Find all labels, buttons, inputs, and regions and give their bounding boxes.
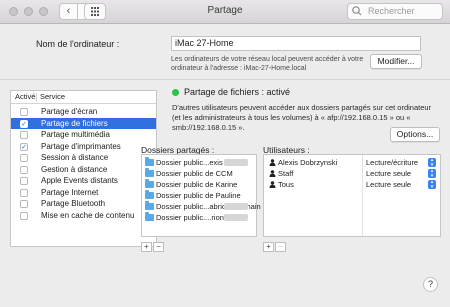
remove-folder-button[interactable]: − [153,242,164,252]
service-checkbox[interactable] [20,131,28,139]
service-item[interactable]: Gestion à distance [11,164,156,176]
remove-user-button[interactable]: − [275,242,286,252]
permission-select[interactable]: Lecture seule ▴ ▾ [366,179,438,190]
sharing-status: Partage de fichiers : activé [184,87,291,97]
service-checkbox[interactable]: ✓ [20,142,28,151]
updown-chevron-icon: ▴ ▾ [428,169,436,178]
redacted-text [224,214,248,221]
divider [0,79,450,80]
permission-value: Lecture seule [366,169,412,178]
service-item[interactable]: Partage Bluetooth [11,198,156,210]
updown-chevron-icon: ▴ ▾ [428,180,436,189]
shared-folder-item[interactable]: Dossier public...abrice brochain [142,201,261,212]
computer-name-label: Nom de l'ordinateur : [36,39,120,49]
updown-chevron-icon: ▴ ▾ [428,158,436,167]
service-item[interactable]: ✓ Partage de fichiers [11,117,156,129]
user-name: Alexis Dobrzynski [278,158,338,167]
user-name: Tous [278,180,294,189]
shared-folder-item[interactable]: Dossier public de Pauline [142,190,256,201]
help-button[interactable]: ? [423,277,438,292]
add-user-button[interactable]: + [263,242,274,252]
service-item[interactable]: Partage Internet [11,187,156,199]
service-label: Partage multimédia [41,130,110,139]
users-list[interactable]: Alexis Dobrzynski Lecture/écriture ▴ ▾ Staff… [263,154,441,237]
folder-icon [145,179,154,188]
header-active: Activé [15,92,36,101]
service-label: Partage d'écran [41,107,98,116]
service-checkbox[interactable] [20,154,28,162]
service-checkbox[interactable] [20,177,28,185]
redacted-text [224,203,248,210]
service-checkbox[interactable] [20,165,28,174]
service-label: Partage Internet [41,187,99,197]
user-item[interactable]: Alexis Dobrzynski Lecture/écriture ▴ ▾ [264,157,440,168]
shared-folder-item[interactable]: Dossier public....rion [142,212,256,223]
service-label: Partage de fichiers [41,118,108,128]
service-item[interactable]: Mise en cache de contenu [11,210,156,222]
service-label: Gestion à distance [41,164,108,174]
user-icon [269,159,276,166]
folder-icon [145,212,154,221]
user-item[interactable]: Tous Lecture seule ▴ ▾ [264,179,440,190]
service-item[interactable]: Partage d'écran [11,106,156,118]
add-folder-button[interactable]: + [141,242,152,252]
service-label: Mise en cache de contenu [41,210,135,220]
shared-folder-label: Dossier public....rion [156,213,224,222]
user-item[interactable]: Staff Lecture seule ▴ ▾ [264,168,440,179]
folder-icon [145,201,154,210]
services-header: Activé Service [11,91,156,104]
service-checkbox[interactable] [20,108,28,116]
service-checkbox[interactable] [20,200,28,208]
options-button[interactable]: Options... [390,127,440,142]
user-name: Staff [278,169,294,178]
header-service: Service [40,92,66,101]
shared-folder-label: Dossier public de Pauline [156,191,241,200]
permission-select[interactable]: Lecture seule ▴ ▾ [366,168,438,179]
group-icon [269,170,276,177]
service-checkbox[interactable] [20,188,28,197]
folder-icon [145,168,154,177]
folder-icon [145,190,154,199]
status-indicator-icon [172,89,179,96]
shared-folders-list[interactable]: Dossier public...exis Dossier public de C… [141,154,261,237]
shared-folder-label: Dossier public de CCM [156,169,233,178]
folder-icon [145,157,154,166]
service-label: Partage d'imprimantes [41,141,121,151]
shared-folder-label: Dossier public...exis [156,158,223,167]
redacted-text [224,159,248,166]
header-divider [36,93,37,102]
services-list: Activé Service Partage d'écran ✓ Partage d… [10,90,157,247]
service-checkbox[interactable]: ✓ [20,119,28,128]
modify-button[interactable]: Modifier... [370,54,422,69]
shared-folder-item[interactable]: Dossier public...exis [142,157,256,168]
service-item[interactable]: ✓ Partage d'imprimantes [11,141,156,153]
permission-value: Lecture/écriture [366,158,419,167]
service-item[interactable]: Session à distance [11,152,156,164]
service-label: Session à distance [41,153,109,162]
computer-name-hint: Les ordinateurs de votre réseau local pe… [171,56,364,72]
shared-folder-item[interactable]: Dossier public de CCM [142,168,256,179]
shared-folder-label: Dossier public de Karine [156,180,238,189]
permission-select[interactable]: Lecture/écriture ▴ ▾ [366,157,438,168]
group-icon [269,181,276,188]
shared-folder-item[interactable]: Dossier public de Karine [142,179,256,190]
computer-name-field[interactable]: iMac 27-Home [171,36,421,51]
permission-value: Lecture seule [366,180,412,189]
service-item[interactable]: Apple Events distants [11,175,156,187]
service-checkbox[interactable] [20,211,28,220]
service-label: Apple Events distants [41,176,118,185]
service-item[interactable]: Partage multimédia [11,129,156,141]
service-label: Partage Bluetooth [41,199,106,208]
search-icon [352,6,362,16]
